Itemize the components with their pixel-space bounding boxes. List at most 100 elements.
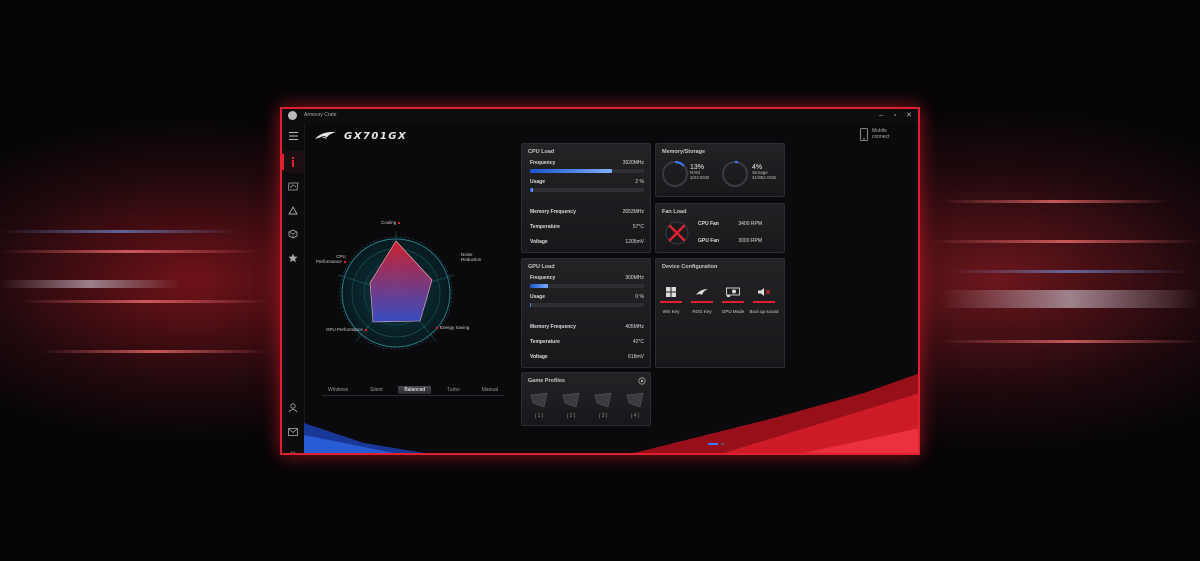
gpu-usage-bar — [530, 303, 644, 307]
star-icon — [288, 253, 298, 263]
ram-detail: 3/23.9GB — [690, 175, 710, 180]
user-icon — [288, 403, 298, 413]
cpu-fan-label: CPU Fan — [698, 221, 719, 227]
model-name: GX701GX — [344, 130, 408, 142]
cpu-usage-bar — [530, 188, 644, 192]
gpu-memory-frequency-label: Memory Frequency — [530, 324, 576, 330]
radar-label-energy-saving: Energy Saving — [436, 325, 469, 330]
performance-radar-chart: Cooling Noise Reduction Energy Saving GPU… — [306, 209, 506, 389]
gpu-frequency-label: Frequency — [530, 275, 556, 281]
maximize-button[interactable]: ▫ — [890, 111, 900, 121]
aura-triangle-icon — [288, 205, 298, 214]
fan-load-card: Fan Load CPU Fan 3400 RPM GPU Fan 3000 RPM — [655, 203, 785, 253]
gpu-mode-label: GPU Mode — [721, 309, 745, 314]
device-configuration-card: Device Configuration Win Key ROG Key GPU… — [655, 258, 785, 368]
cpu-usage-fill — [530, 188, 534, 192]
rog-eye-logo-icon — [315, 131, 336, 139]
gpu-usage-value: 0 % — [635, 294, 644, 300]
gpu-voltage-value: 618mV — [628, 354, 644, 360]
gpu-frequency-value: 300MHz — [625, 275, 644, 281]
cpu-voltage-label: Voltage — [530, 239, 548, 245]
title-bar: Armoury Crate – ▫ ✕ — [282, 109, 918, 123]
sidebar-item-aura[interactable] — [282, 199, 304, 221]
cube-icon — [288, 229, 298, 239]
cpu-load-title: CPU Load — [528, 149, 555, 155]
rog-key-label: ROG Key — [692, 309, 712, 314]
gpu-fan-label: GPU Fan — [698, 238, 720, 244]
sidebar-item-armoury[interactable] — [282, 223, 304, 245]
decorative-bottom-art — [304, 373, 918, 453]
app-window: Armoury Crate – ▫ ✕ GX701GX Mobile conne… — [280, 107, 920, 455]
gpu-temperature-label: Temperature — [530, 339, 560, 345]
page-dot[interactable] — [721, 443, 724, 445]
boot-sound-icon — [758, 288, 771, 296]
cpu-memory-frequency-value: 2653MHz — [622, 209, 644, 215]
gpu-fan-value: 3000 RPM — [738, 238, 762, 244]
gpu-memory-frequency-value: 405MHz — [625, 324, 644, 330]
cpu-usage-value: 2 % — [635, 179, 644, 185]
cpu-frequency-value: 3920MHz — [622, 160, 644, 166]
sidebar-item-messages[interactable] — [282, 421, 304, 443]
cpu-temperature-label: Temperature — [530, 224, 560, 230]
radar-graphic — [337, 231, 455, 350]
cpu-usage-label: Usage — [530, 179, 546, 185]
gpu-voltage-label: Voltage — [530, 354, 548, 360]
storage-detail: 41/952.0GB — [752, 175, 777, 180]
info-icon — [292, 157, 294, 167]
cpu-load-card: CPU Load Frequency 3920MHz Usage 2 % Memor… — [521, 143, 651, 253]
cpu-fan-value: 3400 RPM — [738, 221, 762, 227]
settings-icon — [289, 451, 297, 453]
brand-header: GX701GX — [314, 129, 407, 143]
phone-icon — [860, 128, 868, 141]
gpu-mode-icon — [726, 287, 740, 297]
sidebar-item-display[interactable] — [282, 175, 304, 197]
minimize-button[interactable]: – — [876, 111, 886, 121]
gpu-frequency-fill — [530, 284, 549, 288]
gpu-load-card: GPU Load Frequency 300MHz Usage 0 % Memory… — [521, 258, 651, 368]
app-title: Armoury Crate — [304, 112, 337, 118]
sidebar — [282, 123, 305, 453]
sidebar-item-user[interactable] — [282, 397, 304, 419]
memory-storage-card: Memory/Storage 13% RAM 3/23.9GB 4% Stora… — [655, 143, 785, 197]
app-logo-icon — [288, 111, 297, 120]
boot-up-sound-label: Boot up sound — [749, 309, 779, 314]
sidebar-item-featured[interactable] — [282, 247, 304, 269]
cpu-frequency-bar — [530, 169, 644, 173]
cpu-frequency-label: Frequency — [530, 160, 556, 166]
fan-load-title: Fan Load — [662, 209, 687, 215]
rog-key-icon — [696, 289, 708, 295]
cpu-temperature-value: 57°C — [632, 224, 644, 230]
memory-storage-title: Memory/Storage — [662, 149, 706, 155]
win-key-toggle[interactable] — [660, 281, 682, 303]
radar-label-cpu-performance: CPU Performance — [316, 254, 346, 264]
mobile-connect-button[interactable]: Mobile connect — [858, 127, 908, 147]
radar-label-cooling: Cooling — [381, 220, 401, 225]
gpu-temperature-value: 42°C — [632, 339, 644, 345]
boot-up-sound-toggle[interactable] — [753, 281, 775, 303]
gpu-usage-label: Usage — [530, 294, 546, 300]
menu-icon — [288, 132, 298, 140]
radar-label-noise-reduction: Noise Reduction — [461, 252, 482, 262]
mobile-connect-label-line2: connect — [872, 134, 890, 140]
win-key-label: Win Key — [662, 309, 680, 314]
gpu-frequency-bar — [530, 284, 644, 288]
sidebar-item-system-info[interactable] — [282, 151, 304, 173]
display-icon — [287, 182, 298, 190]
page-dot-active[interactable] — [708, 443, 718, 445]
radar-label-gpu-performance: GPU Performance — [326, 327, 367, 332]
cpu-memory-frequency-label: Memory Frequency — [530, 209, 576, 215]
gpu-mode-toggle[interactable] — [722, 281, 744, 303]
windows-key-icon — [666, 287, 676, 297]
cpu-frequency-fill — [530, 169, 613, 173]
mail-icon — [288, 428, 298, 436]
device-configuration-title: Device Configuration — [662, 264, 718, 270]
rog-key-toggle[interactable] — [691, 281, 713, 303]
close-button[interactable]: ✕ — [904, 111, 914, 121]
menu-button[interactable] — [282, 125, 304, 147]
ram-ring — [662, 161, 688, 187]
cpu-voltage-value: 1205mV — [625, 239, 644, 245]
gpu-load-title: GPU Load — [528, 264, 555, 270]
fan-icon — [665, 221, 689, 245]
sidebar-item-settings[interactable] — [282, 445, 304, 453]
gpu-usage-fill — [530, 303, 532, 307]
